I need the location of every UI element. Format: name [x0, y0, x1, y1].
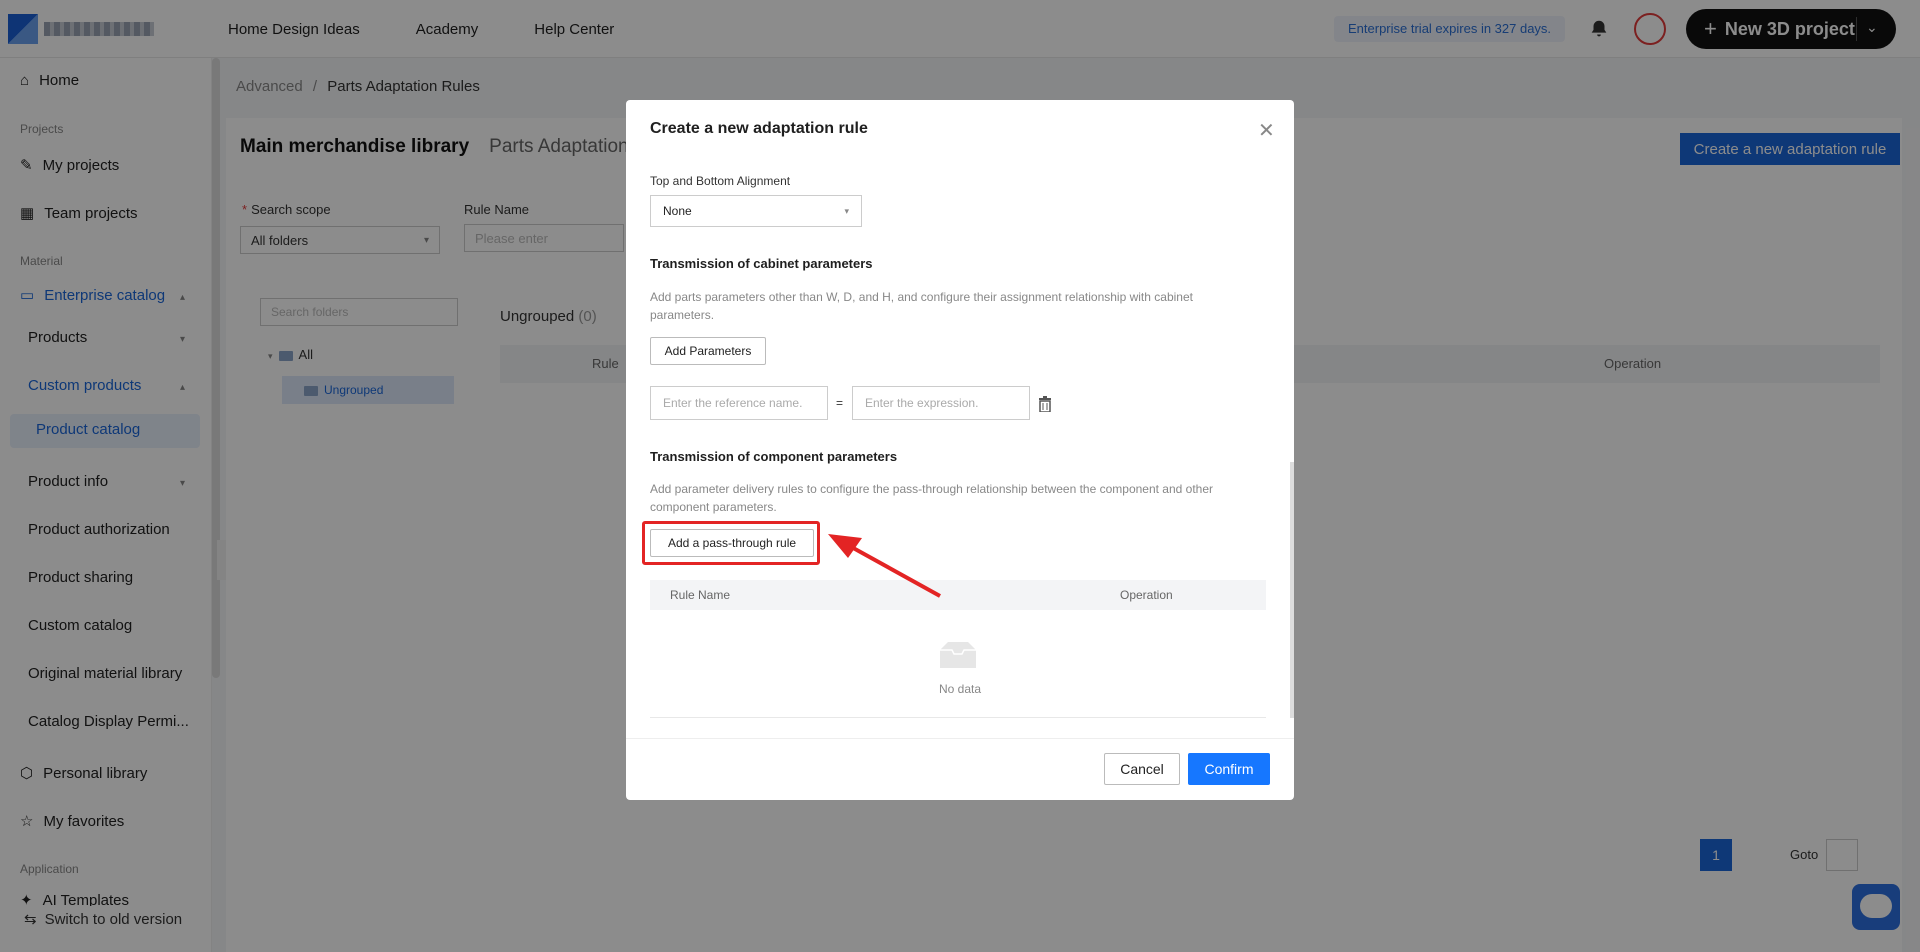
annotation-arrow-icon	[828, 534, 941, 598]
expression-input[interactable]: Enter the expression.	[852, 386, 1030, 420]
cabinet-params-desc: Add parts parameters other than W, D, an…	[650, 290, 1193, 322]
modal-scrollbar[interactable]	[1290, 462, 1294, 718]
confirm-button[interactable]: Confirm	[1188, 753, 1270, 785]
rules-table-header: Rule Name Operation	[650, 580, 1266, 610]
equals-sign: =	[836, 396, 844, 410]
alignment-select[interactable]: None ▾	[650, 195, 862, 227]
component-params-desc: Add parameter delivery rules to configur…	[650, 482, 1214, 514]
divider	[650, 717, 1266, 718]
component-params-heading: Transmission of component parameters	[650, 449, 898, 464]
alignment-label: Top and Bottom Alignment	[650, 174, 791, 188]
no-data-text: No data	[938, 682, 982, 696]
trash-icon[interactable]	[1038, 396, 1052, 412]
col-operation: Operation	[1120, 588, 1173, 602]
modal-title: Create a new adaptation rule	[650, 120, 868, 137]
create-rule-modal: Create a new adaptation rule ✕ Top and B…	[626, 100, 1294, 800]
modal-footer-divider	[626, 738, 1294, 739]
alignment-value: None	[663, 204, 692, 218]
chevron-down-icon: ▾	[844, 205, 849, 216]
empty-box-icon	[940, 642, 976, 668]
cancel-button[interactable]: Cancel	[1104, 753, 1180, 785]
highlight-box	[642, 521, 820, 565]
reference-name-input[interactable]: Enter the reference name.	[650, 386, 828, 420]
add-parameters-button[interactable]: Add Parameters	[650, 337, 766, 365]
close-icon[interactable]: ✕	[1258, 118, 1275, 143]
cabinet-params-heading: Transmission of cabinet parameters	[650, 256, 873, 271]
col-rule-name: Rule Name	[670, 588, 731, 602]
